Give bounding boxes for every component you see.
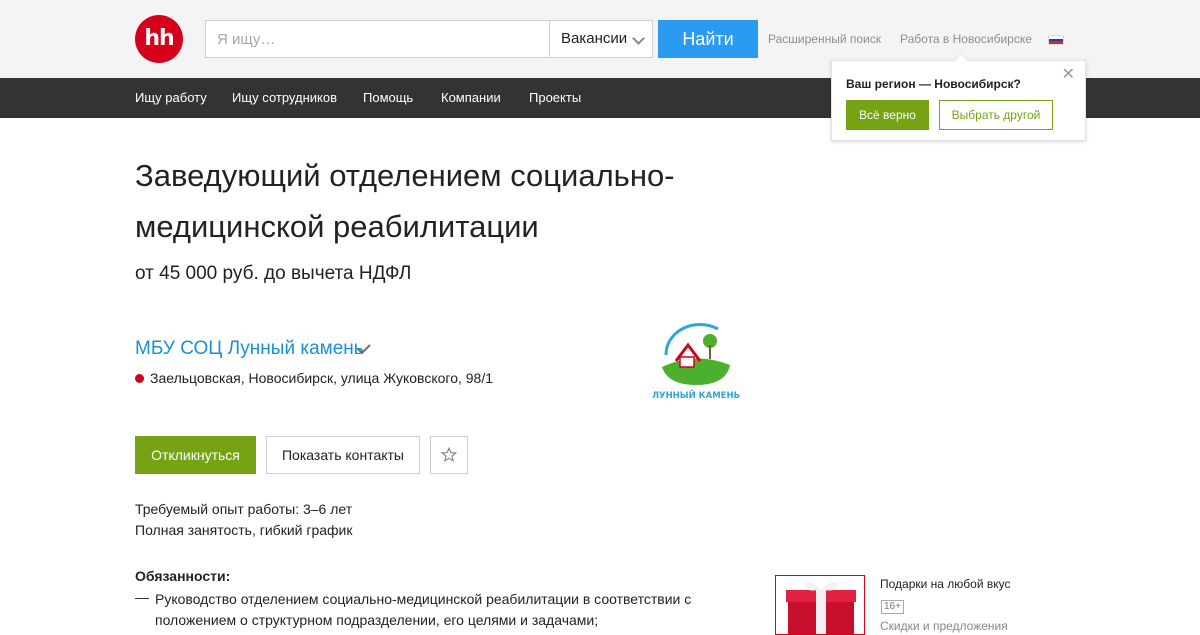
nav-item-projects[interactable]: Проекты	[529, 90, 581, 105]
company-logo-caption: ЛУННЫЙ КАМЕНЬ	[652, 389, 740, 401]
age-badge: 16+	[881, 600, 904, 614]
vacancy-salary: от 45 000 руб. до вычета НДФЛ	[135, 263, 412, 284]
show-contacts-button[interactable]: Показать контакты	[266, 436, 420, 474]
region-link[interactable]: Работа в Новосибирске	[900, 32, 1032, 46]
nav-item-companies[interactable]: Компании	[441, 90, 501, 105]
chevron-down-icon	[632, 32, 645, 45]
hh-logo[interactable]: hh	[135, 15, 183, 63]
russia-flag-icon[interactable]	[1048, 35, 1064, 45]
vacancy-title: Заведующий отделением социально-медицинс…	[135, 158, 675, 244]
gift-icon	[786, 582, 856, 634]
advanced-search-link[interactable]: Расширенный поиск	[768, 32, 881, 46]
company-link[interactable]: МБУ СОЦ Лунный камень	[135, 338, 364, 360]
nav-item-find-job[interactable]: Ищу работу	[135, 90, 207, 105]
employment-text: Полная занятость, гибкий график	[135, 522, 353, 538]
duty-item: Руководство отделением социально-медицин…	[155, 591, 692, 628]
region-change-button[interactable]: Выбрать другой	[939, 100, 1053, 130]
duty-bullet: —	[135, 589, 149, 605]
ad-image[interactable]	[775, 575, 865, 635]
company-logo[interactable]: ЛУННЫЙ КАМЕНЬ	[652, 315, 740, 405]
metro-icon	[135, 374, 144, 383]
search-input[interactable]	[205, 20, 550, 58]
respond-button[interactable]: Откликнуться	[135, 436, 256, 474]
nav-item-find-employees[interactable]: Ищу сотрудников	[232, 90, 337, 105]
ad-title[interactable]: Подарки на любой вкус	[880, 577, 1011, 591]
region-popup: Ваш регион — Новосибирск? ✕ Всё верно Вы…	[831, 52, 1086, 141]
checkmark-icon	[357, 344, 371, 355]
address-text: Заельцовская, Новосибирск, улица Жуковск…	[150, 370, 494, 386]
star-icon	[441, 447, 457, 463]
vacancy-address: Заельцовская, Новосибирск, улица Жуковск…	[135, 370, 493, 386]
search-type-label: Вакансии	[561, 30, 628, 47]
favorite-button[interactable]	[430, 436, 468, 474]
search-type-select[interactable]: Вакансии	[549, 20, 653, 58]
experience-text: Требуемый опыт работы: 3–6 лет	[135, 501, 353, 517]
search-button[interactable]: Найти	[658, 20, 758, 58]
region-popup-title: Ваш регион — Новосибирск?	[846, 77, 1021, 91]
nav-item-help[interactable]: Помощь	[363, 90, 413, 105]
duties-heading: Обязанности:	[135, 568, 231, 584]
region-confirm-button[interactable]: Всё верно	[846, 100, 929, 130]
close-icon[interactable]: ✕	[1062, 67, 1075, 83]
ad-subtitle[interactable]: Скидки и предложения	[880, 619, 1008, 633]
